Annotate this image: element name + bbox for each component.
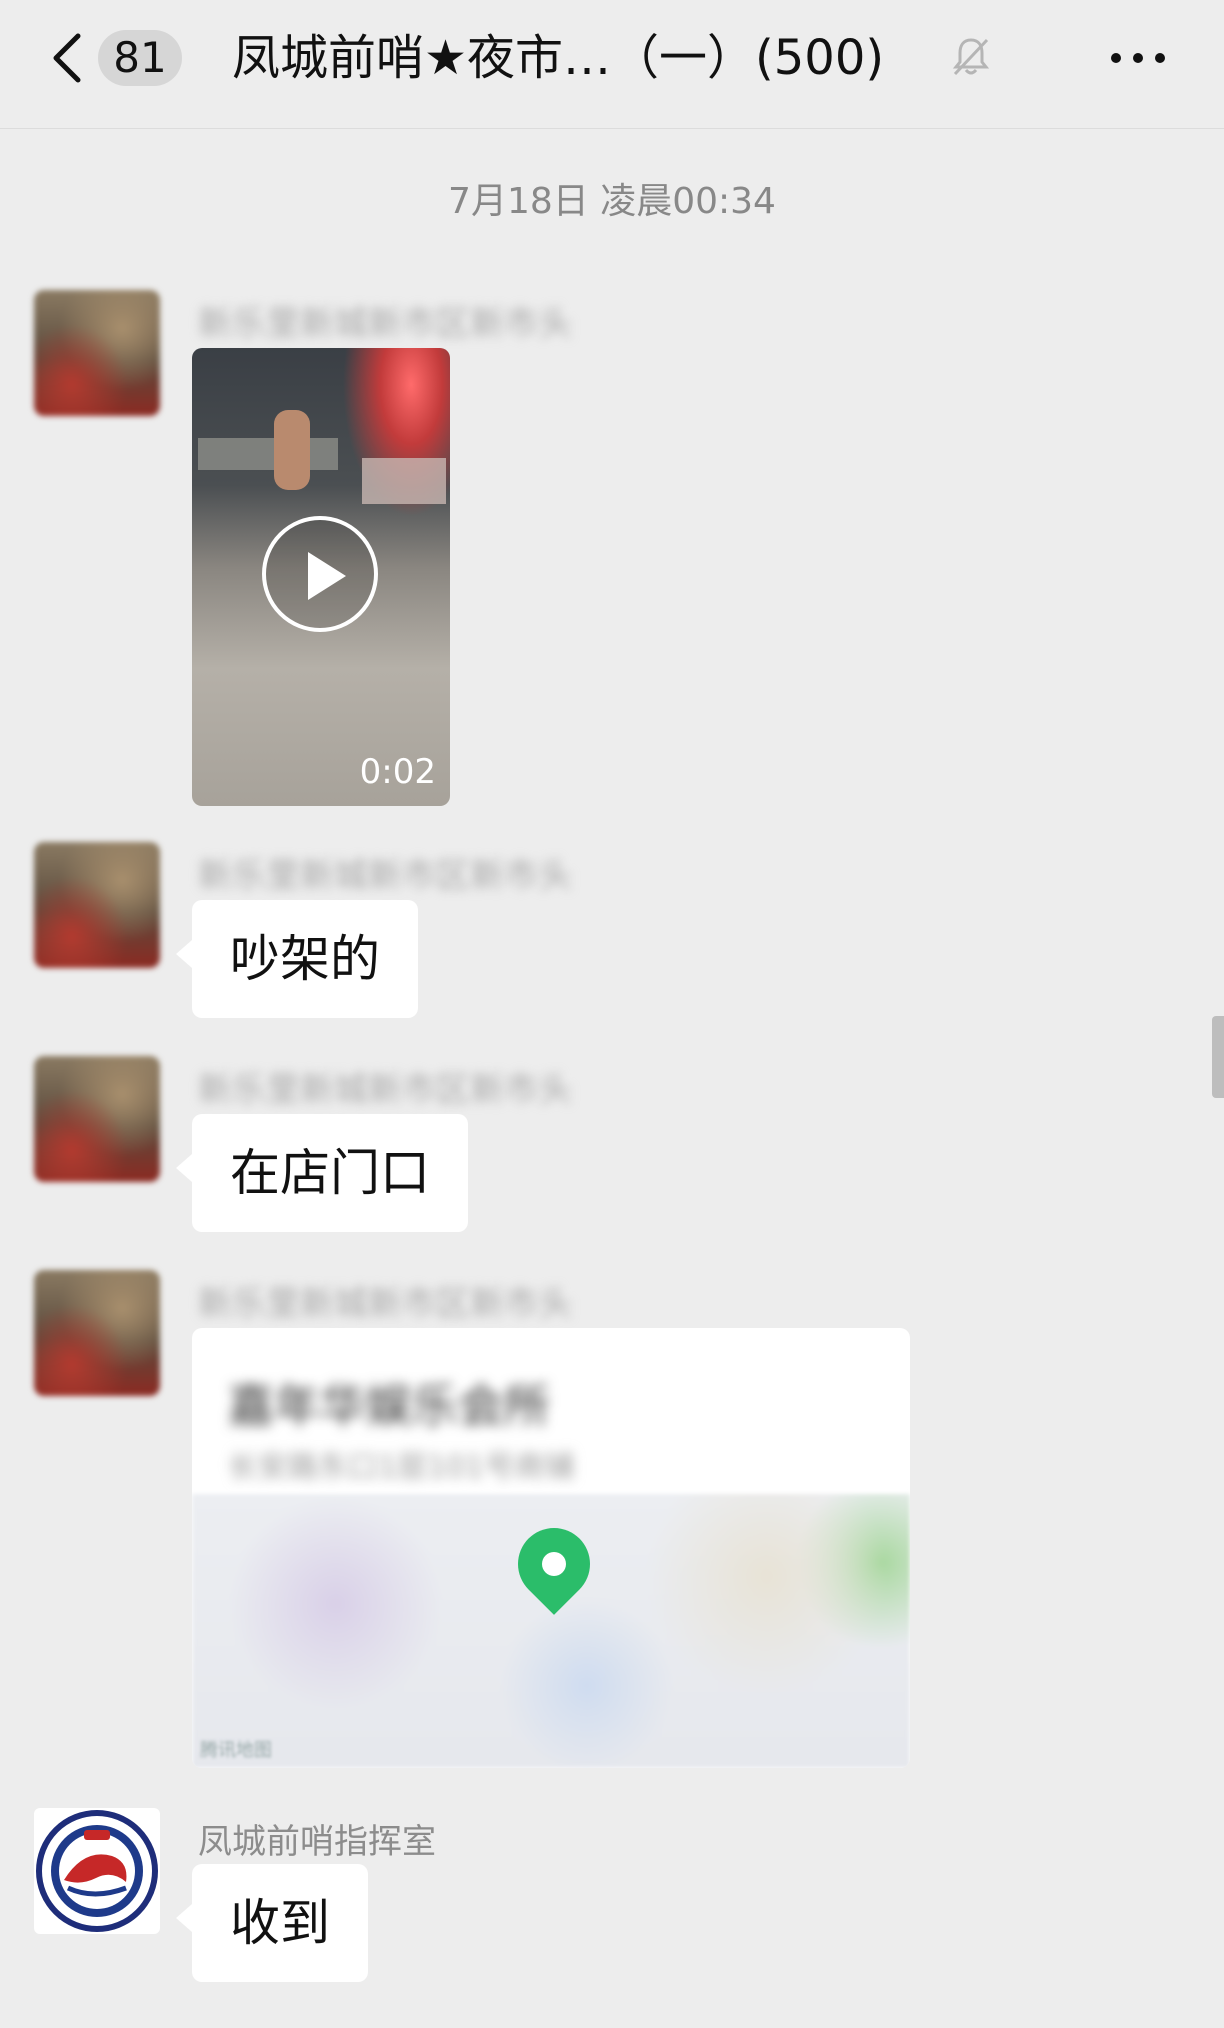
sender-name: 新乐里新城新市区新市头: [198, 304, 572, 344]
location-name: 嘉年华娱乐会所: [228, 1379, 550, 1433]
location-address: 长安路东口1层101号商铺: [228, 1450, 575, 1485]
video-thumbnail-detail: [274, 410, 310, 490]
sender-avatar[interactable]: [34, 290, 160, 416]
location-message[interactable]: 嘉年华娱乐会所 长安路东口1层101号商铺 腾讯地图: [192, 1328, 910, 1768]
chat-header: 81 凤城前哨★夜市…（一）(500): [0, 0, 1224, 129]
sender-avatar[interactable]: [34, 1056, 160, 1182]
timestamp-divider: 7月18日 凌晨00:34: [448, 181, 776, 222]
message-bubble[interactable]: 在店门口: [176, 1114, 468, 1232]
map-watermark: 腾讯地图: [200, 1740, 272, 1761]
scrollbar-handle[interactable]: [1212, 1016, 1224, 1098]
back-arrow-icon[interactable]: [48, 30, 88, 86]
message-bubble[interactable]: 吵架的: [176, 900, 418, 1018]
sender-avatar[interactable]: [34, 842, 160, 968]
mute-bell-icon: [952, 38, 990, 76]
sender-avatar[interactable]: [34, 1270, 160, 1396]
sender-name: 新乐里新城新市区新市头: [198, 1070, 572, 1110]
video-duration: 0:02: [359, 752, 436, 792]
sender-avatar[interactable]: [34, 1808, 160, 1934]
video-thumbnail-detail: [362, 458, 446, 504]
sender-name: 新乐里新城新市区新市头: [198, 1284, 572, 1324]
police-badge-icon: [36, 1810, 158, 1932]
more-options-icon[interactable]: [1110, 52, 1166, 64]
play-icon[interactable]: [262, 516, 378, 632]
sender-name: 凤城前哨指挥室: [198, 1822, 436, 1862]
video-thumbnail-detail: [198, 438, 338, 470]
unread-count-badge[interactable]: 81: [98, 30, 182, 86]
chat-title: 凤城前哨★夜市…（一）(500): [232, 30, 885, 86]
video-message[interactable]: 0:02: [192, 348, 450, 806]
message-bubble[interactable]: 收到: [176, 1864, 368, 1982]
sender-name: 新乐里新城新市区新市头: [198, 856, 572, 896]
